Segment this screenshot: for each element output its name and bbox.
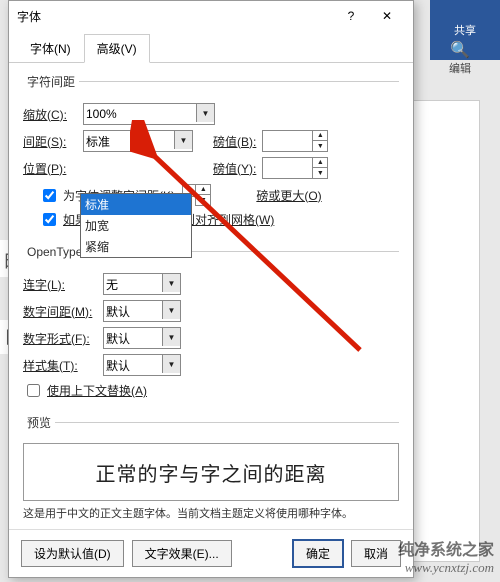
ok-label: 确定 — [306, 547, 330, 561]
preview-sample: 正常的字与字之间的距离 — [96, 458, 327, 487]
stylistic-combobox[interactable] — [103, 354, 181, 376]
spacing-label: 间距(S): — [23, 133, 77, 150]
tab-advanced[interactable]: 高级(V) — [84, 34, 150, 63]
char-spacing-legend: 字符间距 — [23, 73, 79, 90]
position-label: 位置(P): — [23, 160, 77, 177]
text-effects-button[interactable]: 文字效果(E)... — [132, 540, 232, 567]
spacing-option-condensed[interactable]: 紧缩 — [81, 236, 191, 257]
dialog-footer: 设为默认值(D) 文字效果(E)... 确定 取消 — [9, 529, 413, 577]
numform-combobox[interactable] — [103, 327, 181, 349]
editing-group[interactable]: 🔍 编辑 — [440, 28, 480, 88]
set-default-button[interactable]: 设为默认值(D) — [21, 540, 124, 567]
spacing-option-expanded[interactable]: 加宽 — [81, 215, 191, 236]
spacing-combobox[interactable] — [83, 130, 193, 152]
preview-box: 正常的字与字之间的距离 — [23, 443, 399, 501]
help-icon: ? — [348, 9, 355, 23]
ok-button[interactable]: 确定 — [293, 540, 343, 567]
preview-section: 预览 正常的字与字之间的距离 这是用于中文的正文主题字体。当前文档主题定义将使用… — [23, 414, 399, 523]
kerning-spinner[interactable]: ▲▼ — [182, 184, 252, 206]
contextual-checkbox[interactable] — [27, 384, 40, 397]
help-button[interactable]: ? — [333, 2, 369, 30]
by-b-input[interactable] — [262, 130, 312, 152]
numspacing-label: 数字间距(M): — [23, 303, 97, 320]
numspacing-combobox[interactable] — [103, 300, 181, 322]
font-dialog: 字体 ? ✕ 字体(N) 高级(V) 字符间距 缩放(C): ▼ 间距(S): … — [8, 0, 414, 578]
tab-font-label: 字体(N) — [30, 42, 71, 56]
dialog-body: 字符间距 缩放(C): ▼ 间距(S): ▼ 磅值(B): ▲▼ — [9, 63, 413, 529]
contextual-label: 使用上下文替换(A) — [47, 382, 147, 399]
cancel-label: 取消 — [364, 547, 388, 561]
preview-description: 这是用于中文的正文主题字体。当前文档主题定义将使用哪种字体。 — [23, 505, 399, 521]
scale-combobox[interactable] — [83, 103, 215, 125]
spin-down-icon[interactable]: ▼ — [196, 195, 210, 205]
editing-group-label: 编辑 — [449, 60, 471, 76]
dialog-title: 字体 — [17, 8, 333, 25]
spacing-option-standard[interactable]: 标准 — [81, 194, 191, 215]
find-icon: 🔍 — [450, 40, 470, 60]
by-y-label: 磅值(Y): — [213, 160, 256, 177]
kerning-unit-label: 磅或更大(O) — [256, 187, 321, 204]
ligatures-label: 连字(L): — [23, 276, 97, 293]
spin-up-icon[interactable]: ▲ — [196, 185, 210, 195]
spin-up-icon[interactable]: ▲ — [313, 158, 327, 168]
stylistic-label: 样式集(T): — [23, 357, 97, 374]
preview-legend: 预览 — [23, 414, 55, 431]
snap-to-grid-checkbox[interactable] — [43, 213, 56, 226]
dialog-tabs: 字体(N) 高级(V) — [9, 33, 413, 63]
text-effects-label: 文字效果(E)... — [145, 547, 219, 561]
tab-font[interactable]: 字体(N) — [17, 34, 84, 63]
close-button[interactable]: ✕ — [369, 2, 405, 30]
cancel-button[interactable]: 取消 — [351, 540, 401, 567]
numform-label: 数字形式(F): — [23, 330, 97, 347]
scale-label: 缩放(C): — [23, 106, 77, 123]
by-b-spinner[interactable]: ▲▼ — [262, 130, 332, 152]
spin-down-icon[interactable]: ▼ — [313, 141, 327, 151]
watermark-url: www.ycnxtzj.com — [405, 560, 494, 576]
dialog-titlebar: 字体 ? ✕ — [9, 1, 413, 31]
ligatures-combobox[interactable] — [103, 273, 181, 295]
opentype-section: OpenType 功能 连字(L): ▼ 数字间距(M): ▼ 数字形式(F):… — [23, 243, 399, 406]
spin-down-icon[interactable]: ▼ — [313, 168, 327, 178]
by-b-label: 磅值(B): — [213, 133, 256, 150]
spin-up-icon[interactable]: ▲ — [313, 131, 327, 141]
spacing-dropdown-list: 标准 加宽 紧缩 — [80, 193, 192, 258]
by-y-input[interactable] — [262, 157, 312, 179]
watermark-title: 纯净系统之家 — [398, 536, 494, 560]
close-icon: ✕ — [382, 9, 392, 23]
tab-advanced-label: 高级(V) — [97, 42, 137, 56]
by-y-spinner[interactable]: ▲▼ — [262, 157, 332, 179]
set-default-label: 设为默认值(D) — [34, 547, 111, 561]
kerning-checkbox[interactable] — [43, 189, 56, 202]
